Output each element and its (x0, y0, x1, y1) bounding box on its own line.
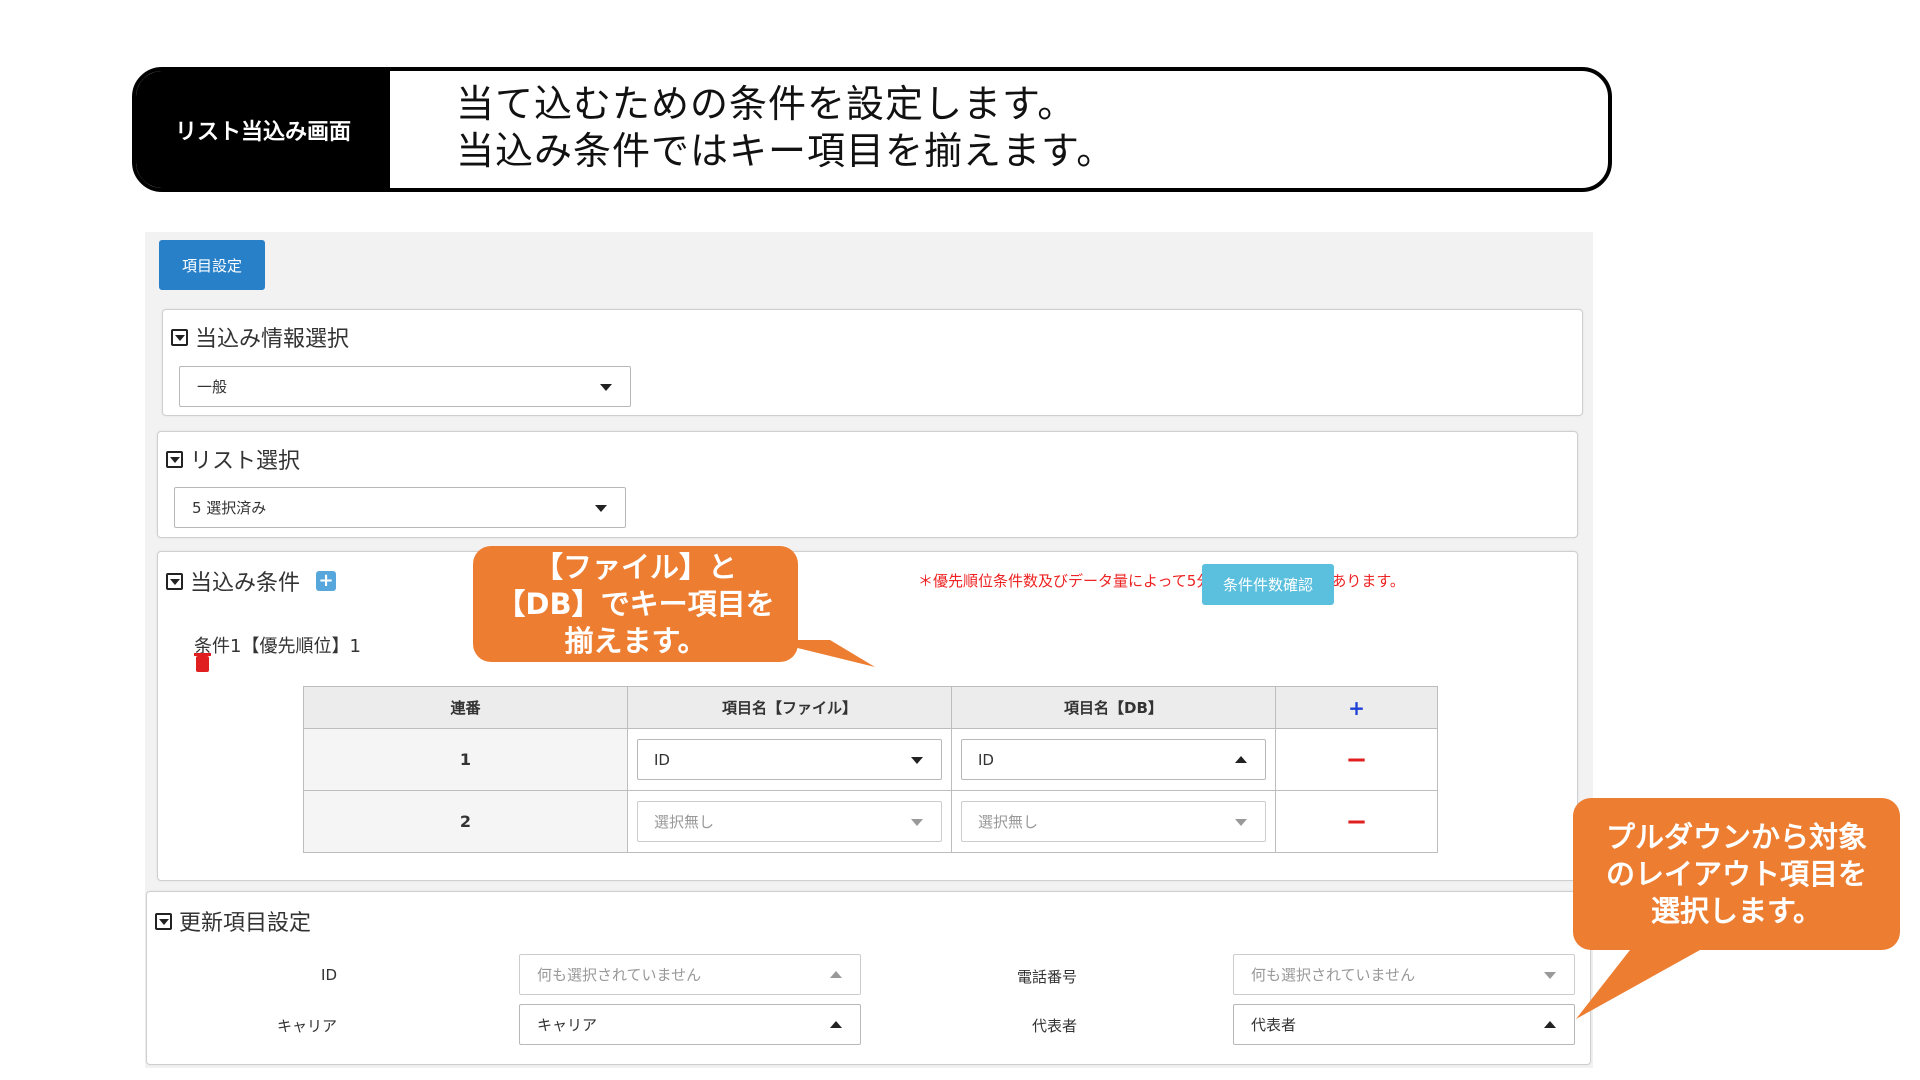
key-items-callout: 【ファイル】と 【DB】でキー項目を 揃えます。 (473, 546, 798, 662)
row-number: 2 (303, 790, 628, 853)
db-item-select[interactable]: 選択無し (961, 801, 1266, 842)
db-item-select[interactable]: ID (961, 739, 1266, 780)
update-id-select[interactable]: 何も選択されていません (519, 954, 861, 995)
file-item-select[interactable]: 選択無し (637, 801, 942, 842)
field-label-id: ID (321, 966, 337, 984)
app-screen: 項目設定 当込み情報選択 一般 リスト選択 5 選択済み 当込み条件 + ＊優先… (145, 232, 1593, 1068)
table-header-row: 連番 項目名【ファイル】 項目名【DB】 + (303, 686, 1438, 729)
field-label-phone: 電話番号 (1016, 968, 1077, 986)
chevron-down-icon (911, 757, 923, 764)
header-banner: リスト当込み画面 当て込むための条件を設定します。 当込み条件ではキー項目を揃え… (132, 67, 1612, 192)
list-select-panel: リスト選択 5 選択済み (157, 431, 1578, 538)
select-value: 何も選択されていません (1251, 966, 1416, 984)
callout-line: 【ファイル】と (533, 549, 737, 584)
chevron-down-icon (595, 505, 607, 512)
callout-tail-pulldown (1576, 950, 1700, 1019)
callout-line: 揃えます。 (564, 623, 707, 658)
update-phone-select[interactable]: 何も選択されていません (1233, 954, 1575, 995)
callout-line: 選択します。 (1650, 893, 1823, 928)
select-value: ID (654, 750, 670, 769)
row-number: 1 (303, 728, 628, 791)
chevron-down-icon (1544, 972, 1556, 979)
update-carrier-select[interactable]: キャリア (519, 1004, 861, 1045)
panel-title-text: リスト選択 (190, 449, 301, 474)
apply-condition-panel: 当込み条件 + ＊優先順位条件数及びデータ量によって5分以上かかる場合があります… (157, 551, 1578, 881)
select-value: ID (978, 750, 994, 769)
apply-info-select[interactable]: 一般 (179, 366, 631, 407)
column-header: 項目名【ファイル】 (627, 686, 952, 729)
file-item-select[interactable]: ID (637, 739, 942, 780)
callout-line: プルダウンから対象 (1605, 819, 1867, 854)
panel-title-text: 当込み情報選択 (195, 327, 350, 352)
chevron-up-icon (1235, 756, 1247, 763)
add-row-header: + (1275, 686, 1438, 729)
list-select[interactable]: 5 選択済み (174, 487, 626, 528)
select-value: 選択無し (654, 813, 715, 831)
file-column-cell: 選択無し (627, 790, 952, 853)
callout-line: 【DB】でキー項目を (496, 586, 775, 621)
screen-name-label: リスト当込み画面 (136, 71, 390, 188)
update-settings-panel: 更新項目設定 ID 何も選択されていません 電話番号 何も選択されていません キ… (146, 891, 1591, 1065)
collapse-toggle-icon[interactable] (166, 450, 183, 468)
update-settings-title[interactable]: 更新項目設定 (155, 905, 311, 937)
trash-icon[interactable] (194, 653, 211, 672)
collapse-toggle-icon[interactable] (155, 912, 172, 930)
select-value: 一般 (197, 378, 228, 396)
field-label-carrier: キャリア (276, 1017, 337, 1035)
banner-description: 当て込むための条件を設定します。 当込み条件ではキー項目を揃えます。 (456, 81, 1115, 175)
apply-condition-title[interactable]: 当込み条件 + (166, 565, 337, 597)
list-select-title[interactable]: リスト選択 (166, 443, 300, 475)
select-value: 代表者 (1251, 1016, 1297, 1034)
remove-row-icon[interactable]: − (1346, 745, 1368, 775)
add-condition-icon[interactable]: + (316, 571, 337, 591)
chevron-up-icon (830, 971, 842, 978)
table-row: 2 選択無し 選択無し − (303, 790, 1438, 853)
add-row-icon[interactable]: + (1348, 696, 1365, 720)
apply-info-title[interactable]: 当込み情報選択 (171, 321, 349, 353)
banner-line-1: 当て込むための条件を設定します。 (456, 82, 1077, 126)
table-row: 1 ID ID − (303, 728, 1438, 791)
panel-title-text: 更新項目設定 (179, 911, 312, 936)
select-value: 何も選択されていません (537, 966, 702, 984)
check-condition-count-button[interactable]: 条件件数確認 (1202, 564, 1334, 605)
pulldown-callout: プルダウンから対象 のレイアウト項目を 選択します。 (1573, 798, 1900, 950)
banner-line-2: 当込み条件ではキー項目を揃えます。 (456, 129, 1116, 173)
db-column-cell: ID (951, 728, 1276, 791)
column-header: 連番 (303, 686, 628, 729)
field-label-representative: 代表者 (1031, 1017, 1077, 1035)
update-representative-select[interactable]: 代表者 (1233, 1004, 1575, 1045)
file-column-cell: ID (627, 728, 952, 791)
remove-cell: − (1275, 790, 1438, 853)
collapse-toggle-icon[interactable] (166, 572, 183, 590)
key-mapping-table: 連番 項目名【ファイル】 項目名【DB】 + 1 ID ID − 2 選択無し … (303, 686, 1438, 853)
chevron-down-icon (911, 819, 923, 826)
panel-title-text: 当込み条件 (190, 571, 301, 596)
chevron-up-icon (1544, 1021, 1556, 1028)
remove-row-icon[interactable]: − (1346, 807, 1368, 837)
chevron-up-icon (830, 1021, 842, 1028)
chevron-down-icon (600, 384, 612, 391)
collapse-toggle-icon[interactable] (171, 328, 188, 346)
select-value: 選択無し (978, 813, 1039, 831)
chevron-down-icon (1235, 819, 1247, 826)
callout-line: のレイアウト項目を (1605, 856, 1867, 891)
apply-info-panel: 当込み情報選択 一般 (162, 309, 1583, 416)
select-value: 5 選択済み (192, 499, 267, 517)
db-column-cell: 選択無し (951, 790, 1276, 853)
condition-label: 条件1【優先順位】1 (194, 636, 361, 657)
select-value: キャリア (537, 1016, 598, 1034)
remove-cell: − (1275, 728, 1438, 791)
column-header: 項目名【DB】 (951, 686, 1276, 729)
item-settings-button[interactable]: 項目設定 (159, 240, 265, 290)
